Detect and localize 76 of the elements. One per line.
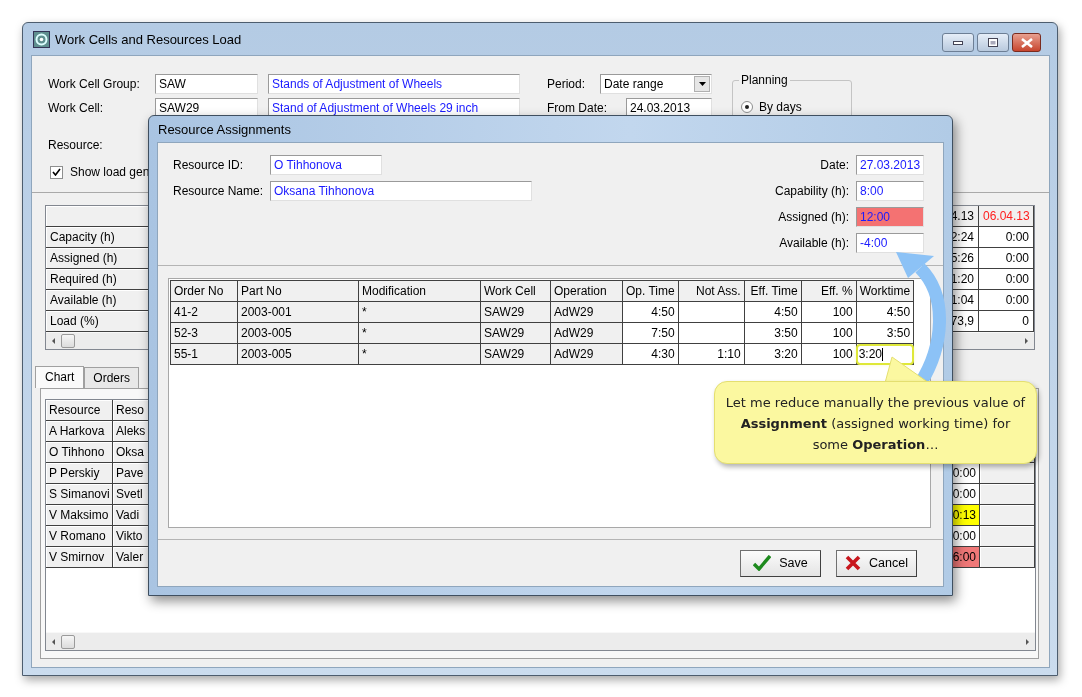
- column-header: Eff. Time: [744, 280, 802, 302]
- table-cell: 52-3: [170, 322, 238, 344]
- column-header: Op. Time: [622, 280, 679, 302]
- table-cell: 0:00: [979, 227, 1034, 248]
- cancel-button[interactable]: Cancel: [836, 549, 917, 577]
- table-cell: O Tihhono: [46, 442, 113, 463]
- table-cell: 0:00: [979, 269, 1034, 290]
- checkbox[interactable]: [50, 165, 63, 179]
- field-label: Capability (h):: [774, 184, 849, 198]
- period-dropdown[interactable]: Date range: [600, 74, 712, 94]
- tab[interactable]: Orders: [84, 367, 140, 388]
- field-label: Available (h):: [779, 236, 849, 250]
- table-cell: A Harkova: [46, 421, 113, 442]
- field-label: Resource:: [48, 138, 104, 152]
- column-header: Operation: [550, 280, 623, 302]
- radio-button[interactable]: [741, 101, 753, 113]
- minimize-button[interactable]: [942, 33, 974, 52]
- row-header: Required (h): [46, 269, 149, 290]
- maximize-button[interactable]: [977, 33, 1009, 52]
- column-header: Work Cell: [480, 280, 551, 302]
- table-cell: 41-2: [170, 301, 238, 323]
- close-button[interactable]: [1012, 33, 1041, 52]
- date-field[interactable]: 24.03.2013: [626, 98, 712, 118]
- caret-icon: [694, 76, 710, 92]
- window-title: Work Cells and Resources Load: [55, 31, 243, 47]
- table-cell: 0:00: [979, 248, 1034, 269]
- row-header: Load (%): [46, 311, 149, 332]
- cross-icon: [845, 555, 862, 571]
- radio-label: By days: [759, 100, 802, 114]
- field-label: From Date:: [547, 100, 608, 116]
- column-header: Worktime: [856, 280, 914, 302]
- close-icon: [1020, 37, 1033, 48]
- column-header: Not Ass.: [678, 280, 745, 302]
- table-cell: V Smirnov: [46, 547, 113, 568]
- table-cell: V Romano: [46, 526, 113, 547]
- table-cell: 55-1: [170, 343, 238, 365]
- dialog-title: Resource Assignments: [158, 121, 291, 137]
- text-field[interactable]: 27.03.2013: [856, 155, 924, 175]
- group-title: Planning: [739, 73, 790, 87]
- field-label: Date:: [820, 158, 849, 172]
- column-header: Eff. %: [801, 280, 857, 302]
- maximize-icon: [988, 38, 998, 47]
- column-header: Modification: [358, 280, 481, 302]
- table-cell: P Perskiy: [46, 463, 113, 484]
- field-label: Assigned (h):: [778, 210, 849, 224]
- cell-editor[interactable]: 3:20: [857, 345, 913, 363]
- check-icon: [753, 555, 772, 571]
- text-field[interactable]: -4:00: [856, 233, 924, 253]
- code-field[interactable]: SAW: [155, 74, 258, 94]
- tab[interactable]: Chart: [35, 366, 85, 388]
- table-cell: 0: [979, 311, 1034, 332]
- column-header: 06.04.13: [979, 206, 1034, 227]
- name-field[interactable]: Stands of Adjustment of Wheels: [268, 74, 520, 94]
- save-button[interactable]: Save: [740, 549, 821, 577]
- column-header: Resource: [46, 400, 113, 421]
- field-label: Resource Name:: [173, 184, 265, 198]
- name-field[interactable]: Stand of Adjustment of Wheels 29 inch: [268, 98, 520, 118]
- horizontal-scrollbar[interactable]: [46, 632, 1035, 650]
- field-label: Period:: [547, 77, 587, 91]
- table-cell: 0:00: [979, 290, 1034, 311]
- field-label: Work Cell:: [48, 100, 105, 116]
- column-header: Part No: [237, 280, 359, 302]
- row-header: Assigned (h): [46, 248, 149, 269]
- column-header: Order No: [170, 280, 238, 302]
- text-field[interactable]: Oksana Tihhonova: [270, 181, 532, 201]
- field-label: Work Cell Group:: [48, 77, 141, 91]
- text-field[interactable]: 8:00: [856, 181, 924, 201]
- table-cell: V Maksimo: [46, 505, 113, 526]
- row-header: Available (h): [46, 290, 149, 311]
- code-field[interactable]: SAW29: [155, 98, 258, 118]
- text-field[interactable]: O Tihhonova: [270, 155, 382, 175]
- field-label: Resource ID:: [173, 158, 245, 172]
- minimize-icon: [953, 40, 963, 45]
- table-cell: S Simanovi: [46, 484, 113, 505]
- row-header: Capacity (h): [46, 227, 149, 248]
- app-icon: [33, 30, 50, 48]
